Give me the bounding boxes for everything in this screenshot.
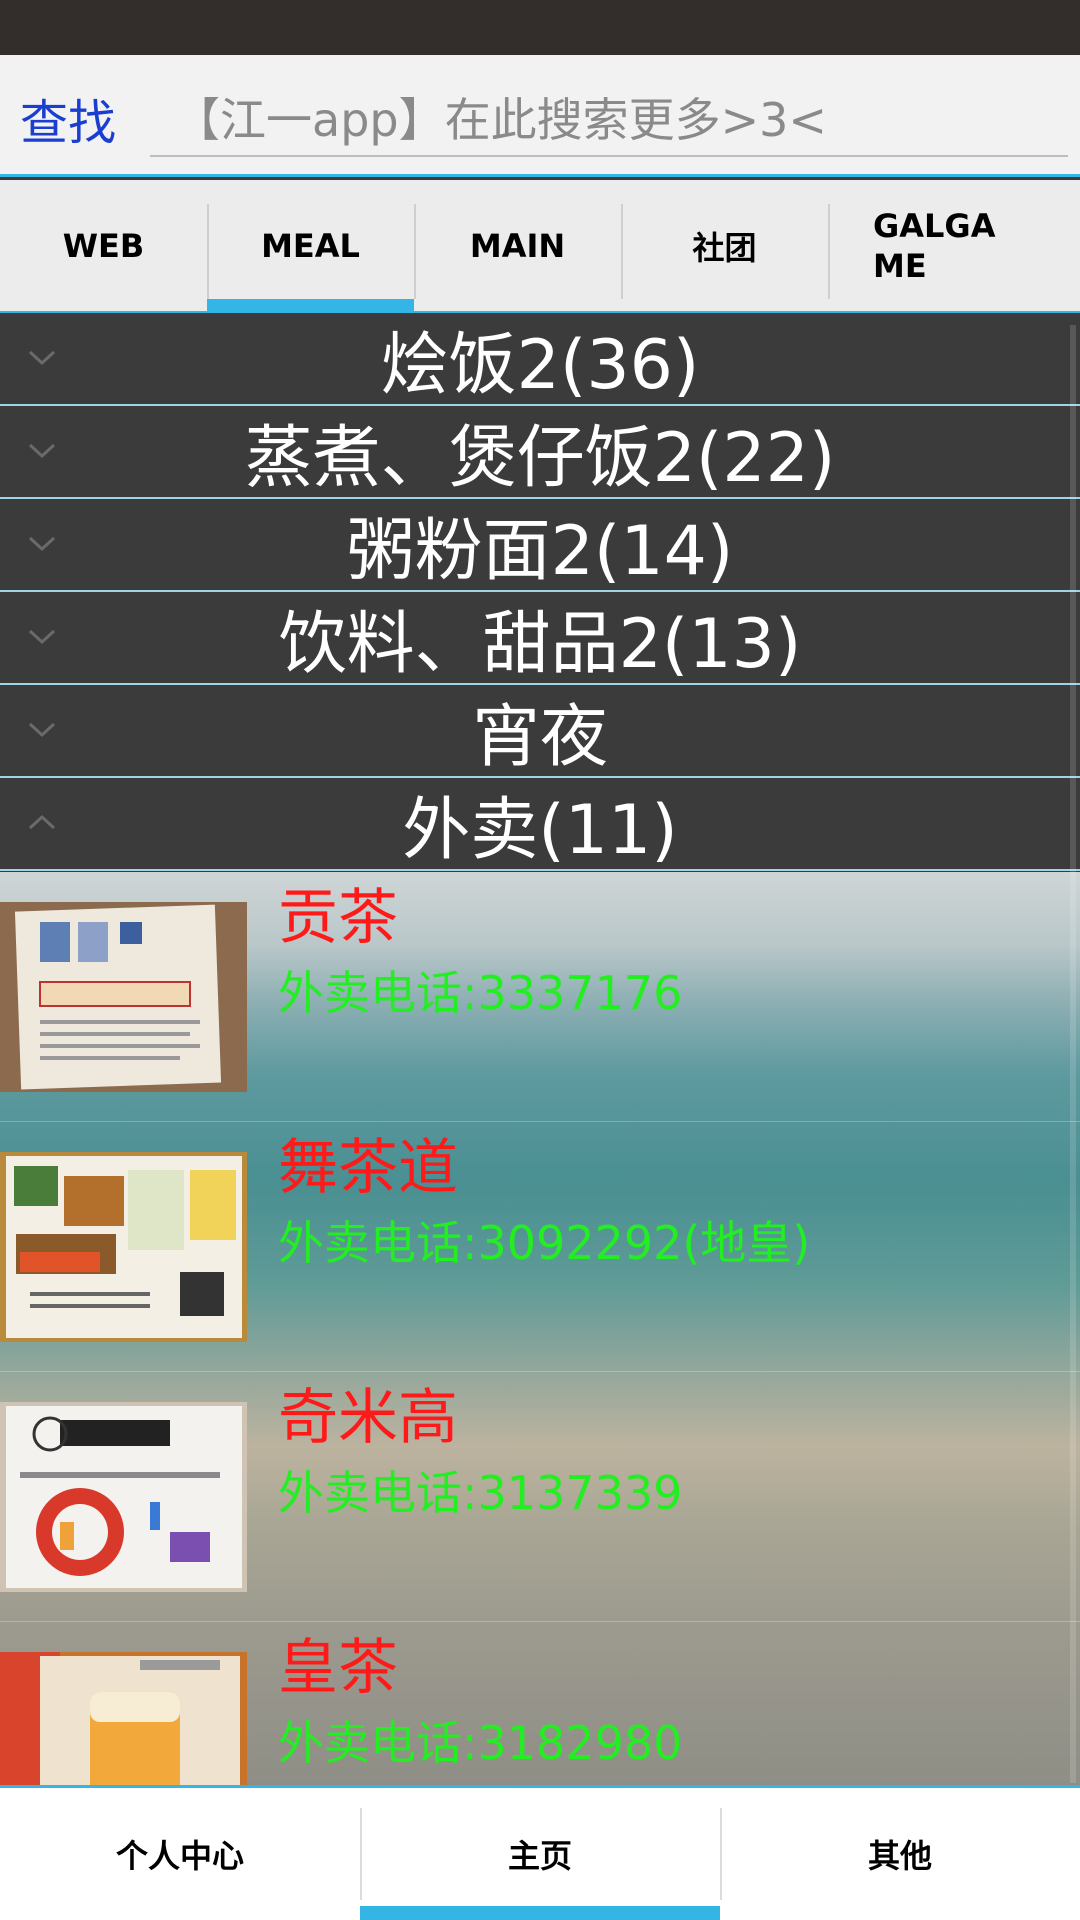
nav-other[interactable]: 其他 bbox=[720, 1788, 1080, 1920]
shop-flyer-image bbox=[0, 1152, 247, 1342]
group-title: 蒸煮、煲仔饭2(22) bbox=[244, 419, 836, 498]
chevron-down-icon bbox=[28, 443, 56, 459]
nav-home-label: 主页 bbox=[507, 1837, 572, 1875]
tab-web-label: WEB bbox=[62, 226, 145, 265]
chevron-down-icon bbox=[28, 722, 56, 738]
nav-other-label: 其他 bbox=[867, 1837, 932, 1875]
nav-personal-center[interactable]: 个人中心 bbox=[0, 1788, 360, 1920]
chevron-down-icon bbox=[28, 536, 56, 552]
group-title: 饮料、甜品2(13) bbox=[278, 605, 802, 684]
tab-galgame-label: GALGA ME bbox=[873, 206, 995, 286]
search-input[interactable] bbox=[150, 85, 1068, 157]
shop-name: 奇米高 bbox=[278, 1383, 458, 1453]
category-tabs: WEB MEAL MAIN 社团 GALGA ME bbox=[0, 180, 1080, 313]
tab-galgame[interactable]: GALGA ME bbox=[828, 180, 1080, 311]
nav-home[interactable]: 主页 bbox=[360, 1788, 720, 1920]
tab-galgame-label-line1: GALGA bbox=[873, 206, 996, 245]
list-item[interactable]: 贡茶 外卖电话:3337176 bbox=[0, 872, 1080, 1122]
group-title: 烩饭2(36) bbox=[380, 326, 700, 405]
list-item[interactable]: 皇茶 外卖电话:3182980 bbox=[0, 1622, 1080, 1785]
shop-flyer-image bbox=[0, 1402, 247, 1592]
group-list: 烩饭2(36) 蒸煮、煲仔饭2(22) 粥粉面2(14) 饮料、甜品2(13) … bbox=[0, 313, 1080, 871]
group-row-claypot[interactable]: 蒸煮、煲仔饭2(22) bbox=[0, 406, 1080, 499]
tab-galgame-label-line2: ME bbox=[873, 246, 927, 285]
tab-club[interactable]: 社团 bbox=[621, 180, 828, 311]
group-row-takeout[interactable]: 外卖(11) bbox=[0, 778, 1080, 871]
scrollbar[interactable] bbox=[1070, 325, 1076, 1783]
chevron-up-icon bbox=[28, 814, 56, 830]
shop-phone: 外卖电话:3337176 bbox=[278, 966, 683, 1020]
group-row-rice[interactable]: 烩饭2(36) bbox=[0, 313, 1080, 406]
list-item[interactable]: 奇米高 外卖电话:3137339 bbox=[0, 1372, 1080, 1622]
group-title: 粥粉面2(14) bbox=[346, 512, 734, 591]
shop-phone: 外卖电话:3092292(地皇) bbox=[278, 1216, 811, 1270]
group-row-noodles[interactable]: 粥粉面2(14) bbox=[0, 499, 1080, 592]
shop-phone: 外卖电话:3137339 bbox=[278, 1466, 683, 1520]
group-row-drinks[interactable]: 饮料、甜品2(13) bbox=[0, 592, 1080, 685]
group-row-night-snack[interactable]: 宵夜 bbox=[0, 685, 1080, 778]
shop-name: 贡茶 bbox=[278, 883, 398, 953]
search-bar: 查找 bbox=[0, 55, 1080, 177]
search-label[interactable]: 查找 bbox=[20, 93, 116, 153]
takeout-list: 贡茶 外卖电话:3337176 舞茶道 外卖电话:3092292(地皇) 奇米高… bbox=[0, 872, 1080, 1785]
shop-name: 皇茶 bbox=[278, 1633, 398, 1703]
bottom-nav: 个人中心 主页 其他 bbox=[0, 1785, 1080, 1920]
shop-phone: 外卖电话:3182980 bbox=[278, 1716, 683, 1770]
chevron-down-icon bbox=[28, 629, 56, 645]
tab-club-label: 社团 bbox=[692, 228, 757, 267]
chevron-down-icon bbox=[28, 350, 56, 366]
tab-main[interactable]: MAIN bbox=[414, 180, 621, 311]
list-item[interactable]: 舞茶道 外卖电话:3092292(地皇) bbox=[0, 1122, 1080, 1372]
tab-web[interactable]: WEB bbox=[0, 180, 207, 311]
group-title: 宵夜 bbox=[471, 698, 608, 777]
shop-name: 舞茶道 bbox=[278, 1133, 458, 1203]
tab-meal-label: MEAL bbox=[261, 226, 360, 265]
shop-flyer-image bbox=[0, 1652, 247, 1785]
group-title: 外卖(11) bbox=[402, 791, 678, 870]
shop-flyer-image bbox=[0, 902, 247, 1092]
tab-main-label: MAIN bbox=[469, 226, 566, 265]
tab-meal[interactable]: MEAL bbox=[207, 180, 414, 311]
nav-personal-center-label: 个人中心 bbox=[115, 1837, 244, 1875]
status-bar bbox=[0, 0, 1080, 55]
